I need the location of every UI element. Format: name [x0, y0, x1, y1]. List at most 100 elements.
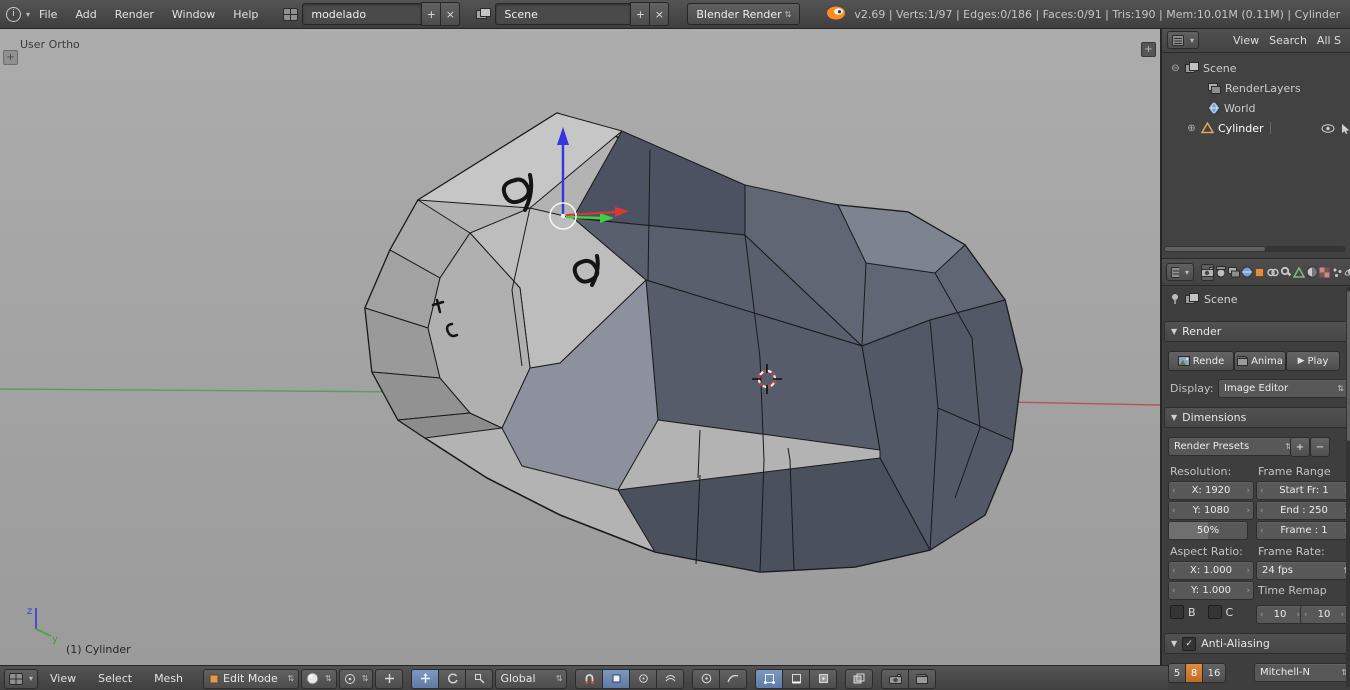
resolution-percentage-slider[interactable]: 50%: [1168, 521, 1248, 540]
snap-target-button[interactable]: [629, 668, 658, 689]
orientation-dropdown[interactable]: Global ⇅: [495, 668, 568, 689]
manipulator-toggle[interactable]: [375, 668, 404, 689]
render-presets-dropdown[interactable]: Render Presets: [1168, 437, 1298, 456]
screen-name-field[interactable]: modelado: [302, 3, 423, 25]
snap-element-button[interactable]: [602, 668, 631, 689]
falloff-button[interactable]: [719, 668, 748, 689]
outliner-horizontal-scrollbar[interactable]: [1164, 246, 1346, 252]
snap-magnet-button[interactable]: [575, 668, 604, 689]
pin-icon[interactable]: [1170, 293, 1180, 305]
properties-expand-handle[interactable]: [1141, 42, 1156, 57]
outliner-item-scene[interactable]: ⊖ Scene: [1162, 58, 1350, 78]
anti-aliasing-checkbox[interactable]: [1182, 636, 1197, 651]
aa-samples-8-button[interactable]: 8: [1185, 663, 1203, 683]
manipulator-rotate-button[interactable]: [438, 668, 467, 689]
crop-checkbox[interactable]: [1207, 605, 1222, 619]
resolution-y-field[interactable]: Y: 1080: [1168, 501, 1254, 520]
outliner-menu-search[interactable]: Search: [1269, 34, 1307, 47]
menu-select[interactable]: Select: [88, 672, 142, 685]
outliner-editor-selector[interactable]: ▾: [1167, 31, 1200, 49]
menu-view[interactable]: View: [40, 672, 86, 685]
display-dropdown[interactable]: Image Editor: [1218, 379, 1350, 398]
tab-constraints[interactable]: [1266, 264, 1279, 281]
face-select-button[interactable]: [809, 668, 838, 689]
play-animation-button[interactable]: Play: [1286, 351, 1340, 371]
collapse-icon[interactable]: ⊖: [1170, 63, 1181, 74]
border-checkbox[interactable]: [1170, 605, 1184, 619]
render-panel-header[interactable]: ▼ Render: [1164, 321, 1350, 342]
aa-samples-16-button[interactable]: 16: [1202, 663, 1226, 683]
tab-physics[interactable]: [1344, 264, 1350, 281]
menu-render[interactable]: Render: [106, 8, 163, 21]
proportional-edit-button[interactable]: [692, 668, 721, 689]
aa-samples-5-button[interactable]: 5: [1168, 663, 1186, 683]
pivot-point-dropdown[interactable]: ⇅: [338, 668, 374, 689]
outliner-menu-view[interactable]: View: [1233, 34, 1259, 47]
3d-viewport[interactable]: z y User Ortho (1) Cylinder: [0, 28, 1160, 665]
render-engine-dropdown[interactable]: Blender Render ⇅: [687, 3, 801, 25]
tab-texture[interactable]: [1319, 264, 1331, 281]
visibility-eye-icon[interactable]: [1321, 123, 1335, 133]
properties-scrollbar[interactable]: [1346, 287, 1350, 687]
tab-particles[interactable]: [1331, 264, 1343, 281]
opengl-render-button[interactable]: [881, 668, 910, 689]
manipulator-translate-button[interactable]: [411, 668, 440, 689]
add-scene-button[interactable]: +: [630, 2, 651, 26]
tab-scene[interactable]: [1215, 264, 1227, 281]
close-scene-button[interactable]: ×: [649, 2, 670, 26]
anti-aliasing-panel-header[interactable]: ▼ Anti-Aliasing: [1164, 633, 1350, 654]
current-frame-field[interactable]: Frame : 1: [1256, 521, 1350, 540]
frame-rate-dropdown[interactable]: 24 fps: [1256, 561, 1350, 580]
opengl-render-anim-button[interactable]: [908, 668, 937, 689]
menu-mesh[interactable]: Mesh: [144, 672, 193, 685]
frame-rate-label: Frame Rate:: [1258, 545, 1325, 558]
menu-help[interactable]: Help: [224, 8, 267, 21]
add-screen-button[interactable]: +: [421, 2, 442, 26]
remove-preset-button[interactable]: −: [1310, 437, 1330, 457]
tab-modifiers[interactable]: [1280, 264, 1292, 281]
vertex-select-button[interactable]: [755, 668, 784, 689]
occlude-geometry-button[interactable]: [845, 668, 874, 689]
expand-icon[interactable]: ⊕: [1186, 123, 1197, 134]
toolbar-expand-handle[interactable]: [3, 50, 18, 65]
tab-object[interactable]: [1254, 264, 1266, 281]
render-animation-button[interactable]: Anima: [1234, 351, 1286, 371]
edge-select-button[interactable]: [782, 668, 811, 689]
scene-name-field[interactable]: Scene: [495, 3, 632, 25]
tab-render-layers[interactable]: [1228, 264, 1240, 281]
render-image-button[interactable]: Rende: [1168, 351, 1234, 371]
aspect-x-field[interactable]: X: 1.000: [1168, 561, 1254, 580]
aspect-y-field[interactable]: Y: 1.000: [1168, 581, 1254, 600]
selectability-cursor-icon[interactable]: [1341, 123, 1350, 134]
editor-type-selector[interactable]: ▾: [4, 668, 39, 689]
dimensions-panel-header[interactable]: ▼ Dimensions: [1164, 407, 1350, 428]
snap-peel-button[interactable]: [656, 668, 685, 689]
mode-dropdown[interactable]: Edit Mode ⇅: [203, 668, 300, 689]
add-preset-button[interactable]: +: [1290, 437, 1310, 457]
time-remap-old-field[interactable]: 10: [1256, 605, 1304, 624]
scene-selector-icon[interactable]: [474, 6, 492, 22]
screen-layout-icon[interactable]: [281, 6, 299, 22]
properties-editor-selector[interactable]: ▾: [1166, 263, 1194, 281]
viewport-shading-dropdown[interactable]: ⇅: [301, 668, 337, 689]
time-remap-new-field[interactable]: 10: [1300, 605, 1348, 624]
manipulator-scale-button[interactable]: [465, 668, 494, 689]
start-frame-field[interactable]: Start Fr: 1: [1256, 481, 1350, 500]
resolution-x-field[interactable]: X: 1920: [1168, 481, 1254, 500]
end-frame-field[interactable]: End : 250: [1256, 501, 1350, 520]
outliner-filter-dropdown[interactable]: All S: [1317, 34, 1341, 47]
menu-file[interactable]: File: [30, 8, 66, 21]
outliner-item-cylinder[interactable]: ⊕ Cylinder: [1162, 118, 1350, 138]
aa-filter-dropdown[interactable]: Mitchell-N: [1254, 663, 1350, 682]
tab-world[interactable]: [1241, 264, 1253, 281]
mesh-object[interactable]: [364, 112, 1023, 573]
tab-material[interactable]: [1306, 264, 1318, 281]
menu-window[interactable]: Window: [163, 8, 224, 21]
outliner-item-renderlayers[interactable]: RenderLayers: [1162, 78, 1350, 98]
info-editor-icon[interactable]: i: [6, 6, 21, 22]
menu-add[interactable]: Add: [66, 8, 105, 21]
close-screen-button[interactable]: ×: [440, 2, 461, 26]
tab-render[interactable]: [1201, 263, 1214, 281]
tab-object-data[interactable]: [1292, 264, 1305, 281]
outliner-item-world[interactable]: World: [1162, 98, 1350, 118]
